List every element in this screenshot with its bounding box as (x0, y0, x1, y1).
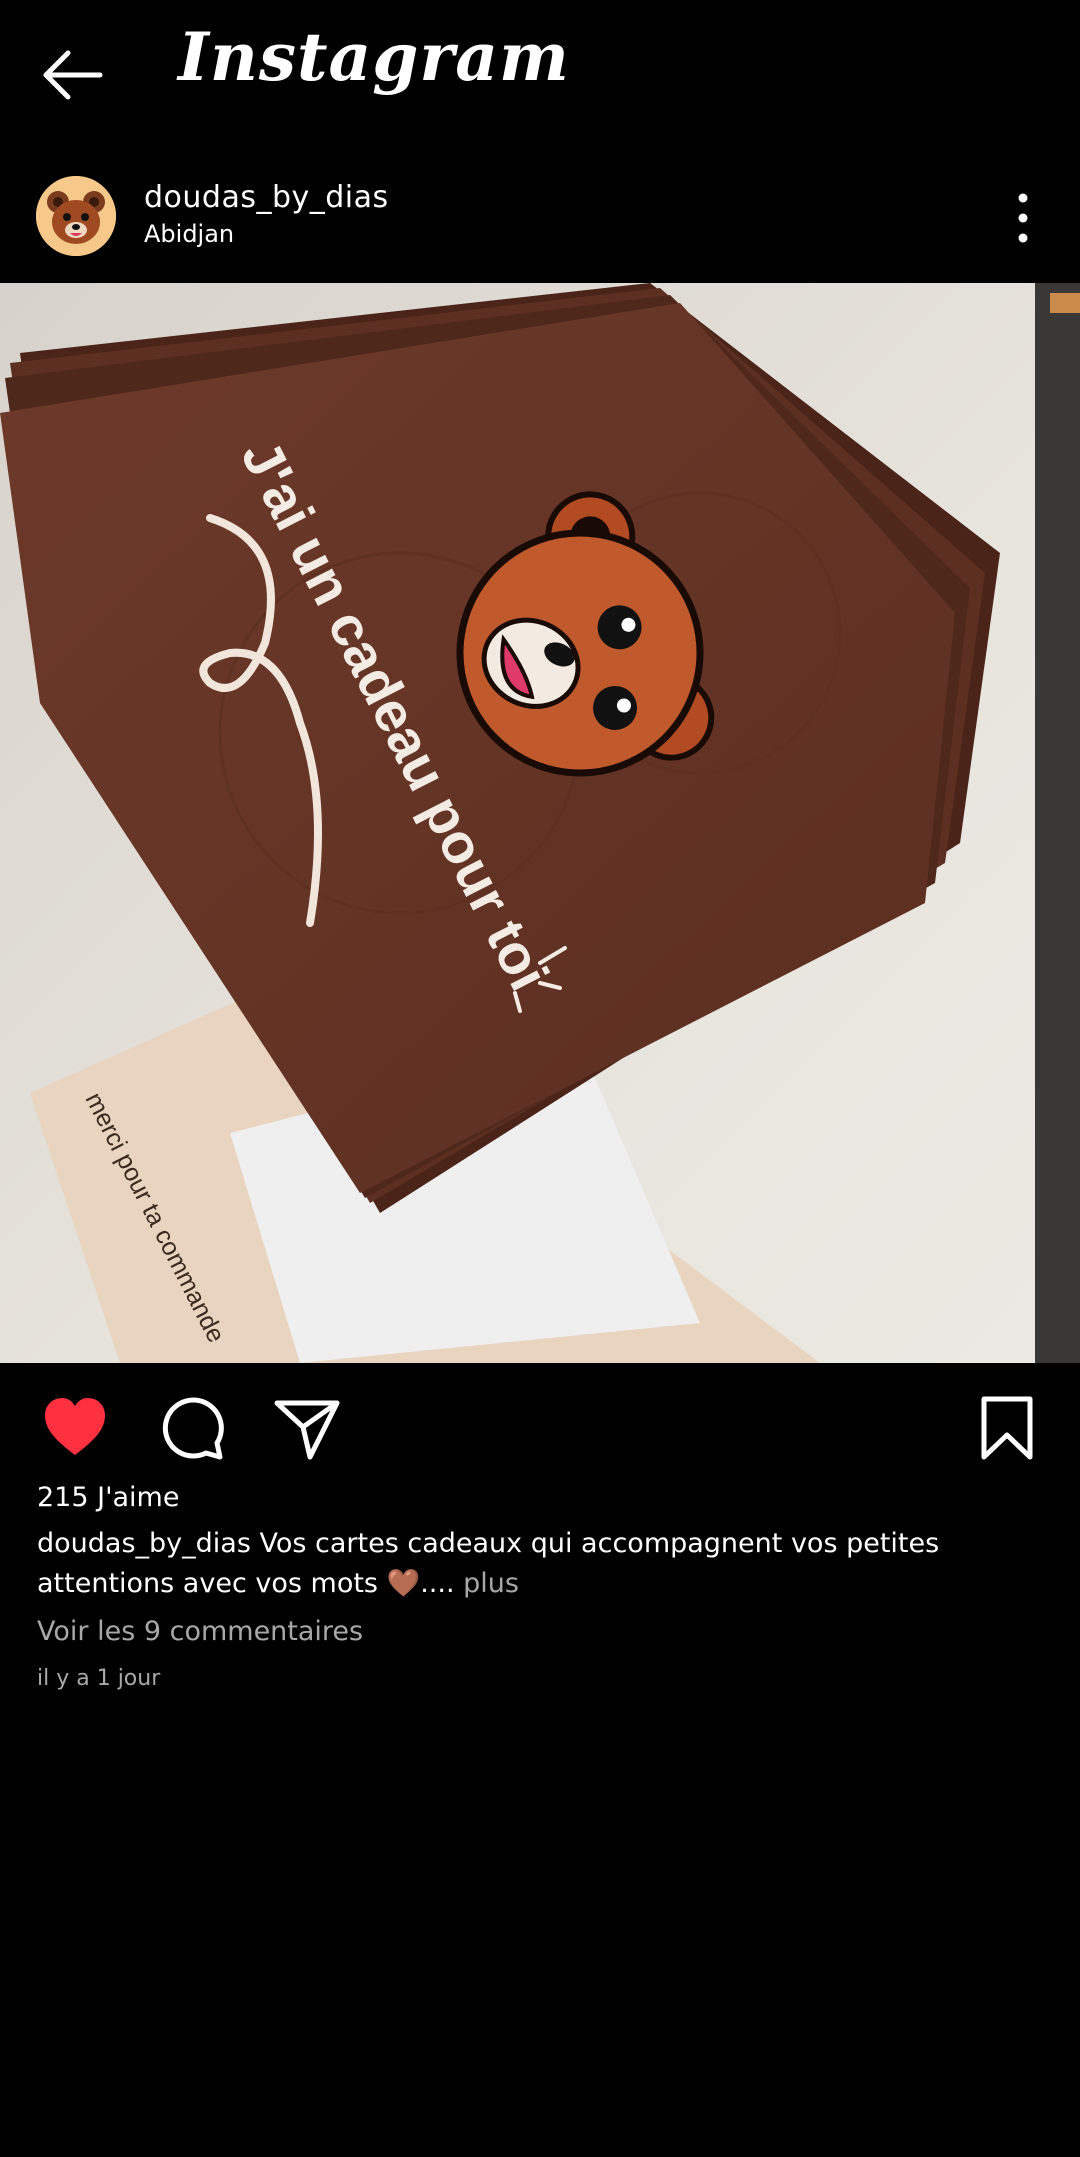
post-photo-illustration: merci pour ta commande J'ai un cadeau po… (0, 283, 1080, 1363)
action-bar (0, 1363, 1080, 1483)
app-title: Instagram (178, 18, 570, 96)
caption-username[interactable]: doudas_by_dias (37, 1528, 259, 1559)
teddy-bear-avatar-icon (36, 176, 116, 256)
more-options-button[interactable] (1000, 188, 1046, 248)
back-button[interactable] (38, 40, 108, 110)
post-header: doudas_by_dias Abidjan (0, 160, 1080, 280)
bookmark-icon (981, 1396, 1033, 1460)
post-location[interactable]: Abidjan (144, 220, 234, 248)
send-icon (274, 1400, 340, 1460)
post-username[interactable]: doudas_by_dias (144, 180, 389, 215)
likes-count[interactable]: 215 J'aime (37, 1482, 179, 1513)
heart-filled-icon (45, 1398, 105, 1455)
comment-icon (162, 1397, 224, 1460)
share-button[interactable] (272, 1393, 342, 1463)
more-vertical-icon (1018, 193, 1028, 243)
avatar[interactable] (36, 176, 116, 256)
save-button[interactable] (972, 1393, 1042, 1463)
post-caption: doudas_by_dias Vos cartes cadeaux qui ac… (37, 1524, 1047, 1604)
comment-button[interactable] (157, 1393, 227, 1463)
view-comments-link[interactable]: Voir les 9 commentaires (37, 1616, 363, 1647)
caption-more-link[interactable]: plus (463, 1568, 519, 1599)
arrow-left-icon (43, 50, 103, 100)
post-timestamp: il y a 1 jour (37, 1666, 161, 1691)
top-bar: Instagram (0, 0, 1080, 150)
post-image[interactable]: merci pour ta commande J'ai un cadeau po… (0, 283, 1080, 1363)
like-button[interactable] (40, 1393, 110, 1463)
